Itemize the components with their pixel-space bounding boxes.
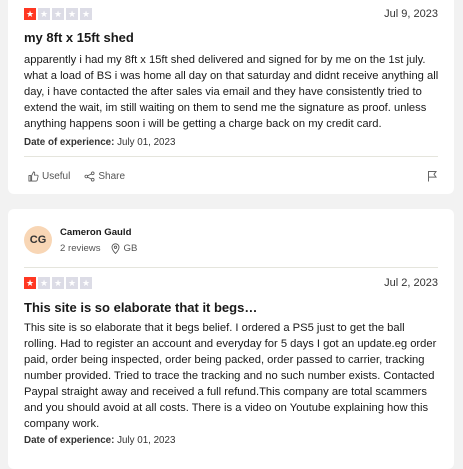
date-of-experience: Date of experience: July 01, 2023 [24,137,175,148]
review-title[interactable]: my 8ft x 15ft shed [24,30,134,45]
reviewer-country: GB [123,242,138,254]
review-date: Jul 9, 2023 [384,8,438,20]
location-pin-icon [111,242,119,254]
divider [24,267,438,268]
star-icon: ★ [52,277,64,289]
flag-icon[interactable] [427,170,438,182]
reviewer-name[interactable]: Cameron Gauld [60,227,137,238]
reviewer-info: CG Cameron Gauld 2 reviews GB [24,226,137,254]
star-rating: ★ ★ ★ ★ ★ [24,277,92,289]
divider [24,156,438,157]
review-title[interactable]: This site is so elaborate that it begs… [24,300,257,315]
reviewer-location: GB [111,242,138,254]
share-label: Share [98,170,126,182]
star-rating: ★ ★ ★ ★ ★ [24,8,92,20]
review-card: CG Cameron Gauld 2 reviews GB ★ ★ ★ ★ ★ [8,209,454,469]
star-icon: ★ [24,8,36,20]
share-button[interactable]: Share [84,171,125,182]
share-icon [84,171,95,181]
star-icon: ★ [52,8,64,20]
reviews-count: 2 reviews [60,242,101,254]
star-icon: ★ [24,277,36,289]
useful-label: Useful [42,170,71,182]
experience-date: July 01, 2023 [117,137,176,148]
star-icon: ★ [80,277,92,289]
review-date: Jul 2, 2023 [384,277,438,289]
experience-label: Date of experience: [24,137,115,148]
star-icon: ★ [66,8,78,20]
avatar[interactable]: CG [24,226,52,254]
star-icon: ★ [38,277,50,289]
star-icon: ★ [66,277,78,289]
review-body: This site is so elaborate that it begs b… [24,322,437,430]
review-card: ★ ★ ★ ★ ★ Jul 9, 2023 my 8ft x 15ft shed… [8,0,454,194]
useful-button[interactable]: Useful [28,171,70,182]
thumbs-up-icon [28,171,39,181]
star-icon: ★ [80,8,92,20]
review-body: apparently i had my 8ft x 15ft shed deli… [24,54,439,130]
star-icon: ★ [38,8,50,20]
